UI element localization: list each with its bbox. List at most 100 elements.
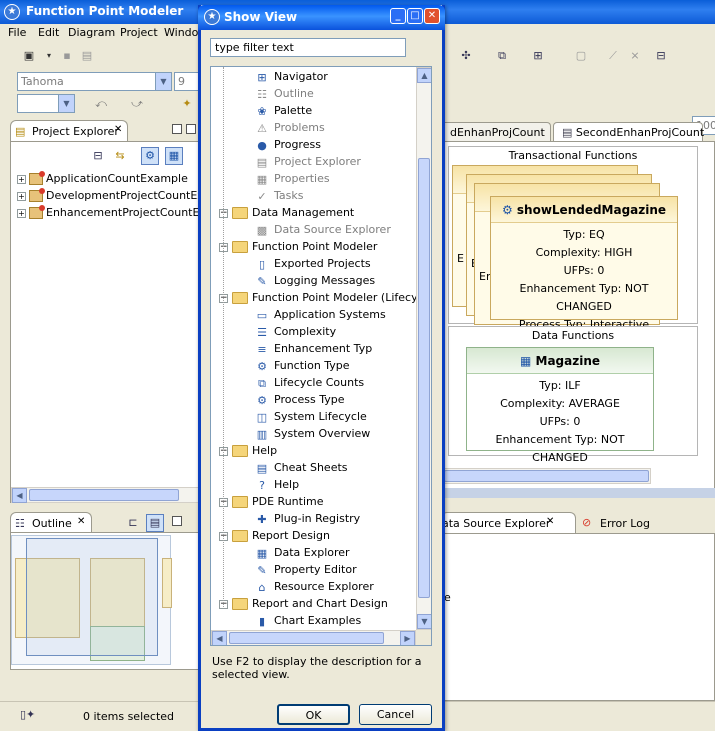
menu-file[interactable]: File: [8, 26, 26, 39]
tree-category[interactable]: − Data Management: [219, 204, 354, 221]
close-icon[interactable]: ✕: [424, 8, 440, 24]
close-icon[interactable]: ✕: [546, 516, 554, 527]
tree-category[interactable]: − Help: [219, 442, 277, 459]
tree-view-item[interactable]: ⚙ Process Type: [255, 391, 344, 408]
tree-view-item[interactable]: ▦ Data Explorer: [255, 544, 350, 561]
tree-view-item[interactable]: ▩ Data Source Explorer: [255, 221, 391, 238]
snap-icon[interactable]: ▢: [572, 47, 590, 65]
tree-view-item[interactable]: ⚠ Problems: [255, 119, 325, 136]
forward-icon[interactable]: ⤻: [128, 95, 146, 113]
tree-view-item[interactable]: ● Progress: [255, 136, 321, 153]
tree-horizontal-scrollbar[interactable]: ◀ ▶: [211, 630, 416, 645]
tree-view-item[interactable]: ≡ Enhancement Typ: [255, 340, 372, 357]
expand-icon[interactable]: +: [17, 191, 26, 201]
connector-icon[interactable]: ⟋: [604, 47, 622, 65]
cancel-button[interactable]: Cancel: [359, 704, 432, 725]
new-dropdown-icon[interactable]: ▾: [40, 47, 58, 65]
tree-view-item[interactable]: ▦ Properties: [255, 170, 330, 187]
font-name-combo[interactable]: Tahoma ▼: [17, 72, 172, 91]
tree-view-item[interactable]: ✚ Plug-in Registry: [255, 510, 360, 527]
tree-vertical-scrollbar[interactable]: ▲ ▼: [416, 67, 431, 630]
tree-view-item[interactable]: ✎ Logging Messages: [255, 272, 375, 289]
tree-item-project[interactable]: + ApplicationCountExample: [17, 171, 188, 187]
link-editor-icon[interactable]: ⇆: [111, 147, 129, 165]
overview-icon[interactable]: ▤: [146, 514, 164, 532]
tab-data-source-explorer[interactable]: ata Source Explorer ✕: [441, 512, 576, 534]
tree-category[interactable]: − PDE Runtime: [219, 493, 324, 510]
function-card-show-lended-magazine[interactable]: ⚙ showLendedMagazine Typ: EQ Complexity:…: [490, 196, 678, 331]
fast-view-icon[interactable]: ▯✦: [20, 708, 35, 721]
tab-editor-enhan-proj-count[interactable]: dEnhanProjCount: [441, 122, 551, 142]
tree-view-item[interactable]: ⚙ Function Type: [255, 357, 350, 374]
view-tree[interactable]: ⊞ Navigator ☷ Outline ❀ Palette ⚠ Problems ● Prog…: [210, 66, 432, 646]
tree-category[interactable]: − Report and Chart Design: [219, 595, 388, 612]
scroll-thumb[interactable]: [418, 158, 430, 598]
tree-view-item[interactable]: ◫ System Lifecycle: [255, 408, 367, 425]
tree-view-item[interactable]: ▤ Project Explorer: [255, 153, 361, 170]
horizontal-scrollbar[interactable]: ◀: [11, 487, 199, 503]
tree-view-item[interactable]: ⧉ Lifecycle Counts: [255, 374, 364, 391]
tree-item-project[interactable]: + DevelopmentProjectCountExa: [17, 188, 211, 204]
layout-icon[interactable]: ⊞: [529, 47, 547, 65]
scroll-left-icon[interactable]: ◀: [12, 488, 27, 503]
collapse-all-icon[interactable]: ⊟: [89, 147, 107, 165]
scroll-left-icon[interactable]: ◀: [212, 631, 227, 645]
editor-horizontal-scrollbar[interactable]: [441, 468, 651, 484]
tree-view-item[interactable]: ⌂ Resource Explorer: [255, 578, 374, 595]
tab-outline[interactable]: ☷ Outline ✕: [10, 512, 92, 534]
tree-view-item[interactable]: ? Help: [255, 476, 299, 493]
disconnect-icon[interactable]: ⨯: [626, 47, 644, 65]
save-icon[interactable]: ▪: [58, 47, 76, 65]
close-icon[interactable]: ✕: [77, 516, 85, 527]
view-minimize-icon[interactable]: [172, 516, 196, 528]
scroll-up-icon[interactable]: ▲: [417, 68, 431, 83]
tab-editor-second-enhan-proj-count[interactable]: ▤ SecondEnhanProjCount: [553, 122, 704, 142]
outline-diagram-thumbnail[interactable]: [11, 535, 172, 665]
dialog-title-bar[interactable]: ★ Show View _ □ ✕: [198, 5, 445, 30]
tree-category[interactable]: − Function Point Modeler: [219, 238, 377, 255]
tree-view-item[interactable]: ☰ Complexity: [255, 323, 336, 340]
ok-button[interactable]: OK: [277, 704, 350, 725]
menu-diagram[interactable]: Diagram: [68, 26, 115, 39]
new-icon[interactable]: ▣: [20, 47, 38, 65]
menu-project[interactable]: Project: [120, 26, 158, 39]
select-icon[interactable]: ✣: [457, 47, 475, 65]
tree-category[interactable]: − Function Point Modeler (Lifecycle: [219, 289, 431, 306]
tree-view-item[interactable]: ▭ Application Systems: [255, 306, 386, 323]
tree-view-item[interactable]: ✎ Property Editor: [255, 561, 356, 578]
line-style-icon[interactable]: ⊟: [652, 47, 670, 65]
tree-item-project[interactable]: + EnhancementProjectCountExa: [17, 205, 213, 221]
tree-view-icon[interactable]: ⊏: [124, 514, 142, 532]
back-icon[interactable]: ⤺: [92, 95, 110, 113]
view-minimize-icon[interactable]: [172, 124, 196, 138]
tree-view-item[interactable]: ▥ System Overview: [255, 425, 371, 442]
close-icon[interactable]: ✕: [114, 124, 122, 135]
tree-view-item[interactable]: ❀ Palette: [255, 102, 312, 119]
grid-view-icon[interactable]: ▦: [165, 147, 183, 165]
tree-view-item[interactable]: ☷ Outline: [255, 85, 314, 102]
scroll-right-icon[interactable]: ▶: [400, 631, 415, 645]
expand-icon[interactable]: +: [17, 174, 26, 184]
outline-viewport[interactable]: [26, 538, 158, 656]
settings-gear-icon[interactable]: ⚙: [141, 147, 159, 165]
scroll-down-icon[interactable]: ▼: [417, 614, 431, 629]
menu-edit[interactable]: Edit: [38, 26, 59, 39]
tree-category[interactable]: − Report Design: [219, 527, 330, 544]
editor-bottom-scrollbar[interactable]: [441, 488, 715, 498]
tab-error-log[interactable]: ⊘ Error Log: [580, 514, 654, 534]
tab-project-explorer[interactable]: ▤ Project Explorer ✕: [10, 120, 128, 142]
tree-view-item[interactable]: ▮ Chart Examples: [255, 612, 361, 629]
scroll-thumb[interactable]: [444, 470, 649, 482]
arrange-icon[interactable]: ⧉: [493, 47, 511, 65]
filter-input[interactable]: type filter text: [210, 38, 406, 57]
tree-view-item[interactable]: ⊞ Navigator: [255, 68, 327, 85]
pin-icon[interactable]: ✦: [178, 95, 196, 113]
minimize-icon[interactable]: _: [390, 8, 406, 24]
maximize-icon[interactable]: □: [407, 8, 423, 24]
tree-view-item[interactable]: ▯ Exported Projects: [255, 255, 371, 272]
tree-view-item[interactable]: ▤ Cheat Sheets: [255, 459, 348, 476]
tree-view-item[interactable]: ✓ Tasks: [255, 187, 303, 204]
expand-icon[interactable]: +: [17, 208, 26, 218]
scroll-thumb[interactable]: [229, 632, 384, 644]
style-combo[interactable]: ▼: [17, 94, 75, 113]
